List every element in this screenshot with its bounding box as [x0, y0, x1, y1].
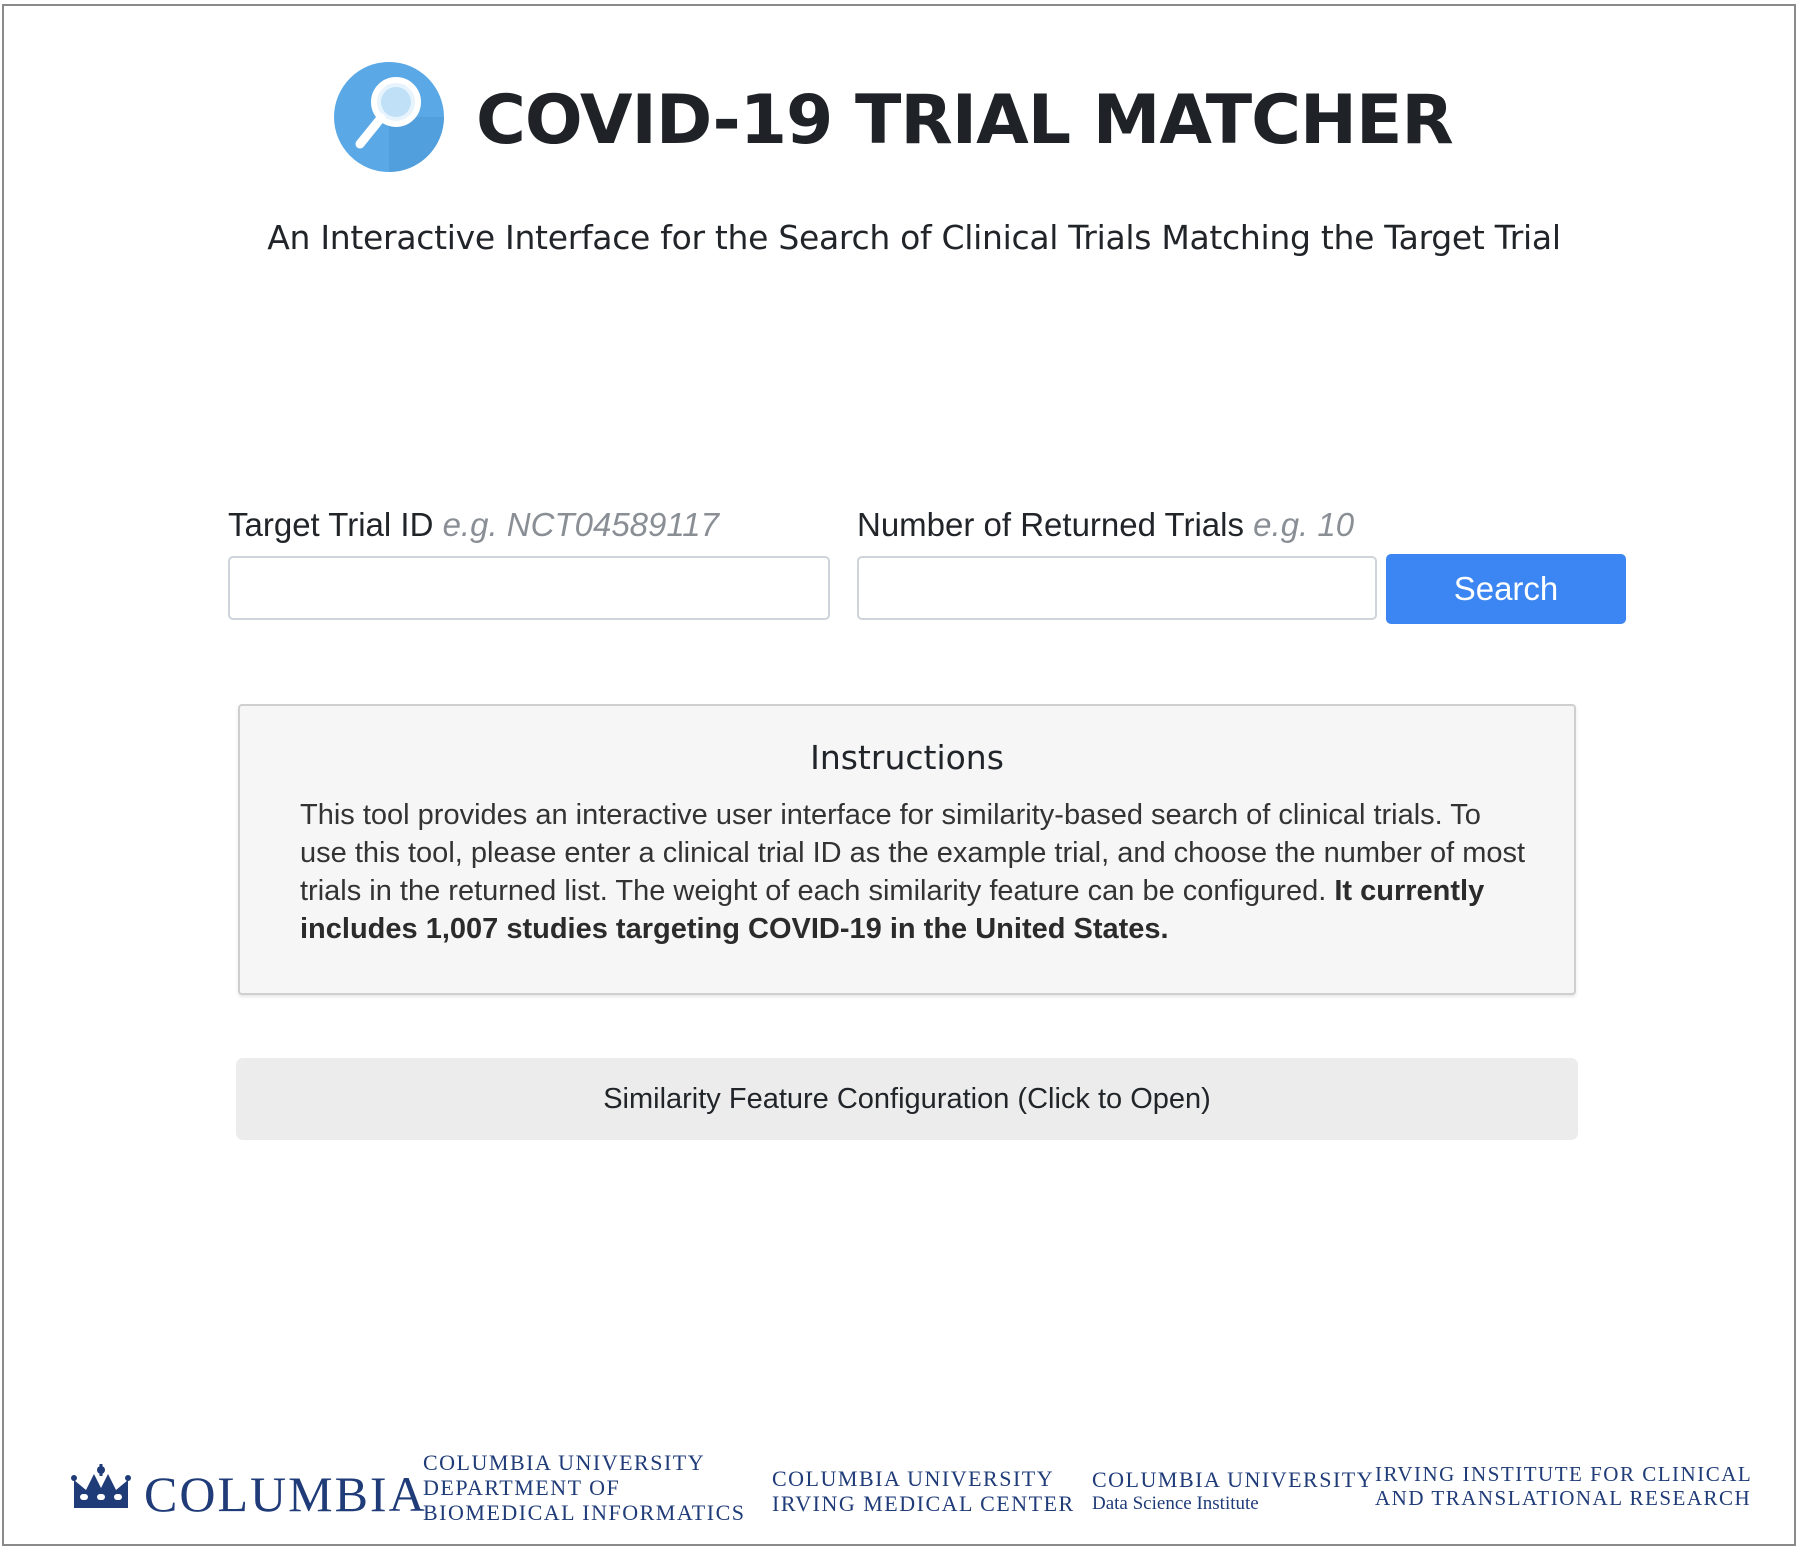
dbmi-line-1: Columbia University: [423, 1450, 706, 1475]
irving-institute-logo: Irving Institute for Clinical and Transl…: [1375, 1462, 1752, 1510]
similarity-config-label: Similarity Feature Configuration (Click …: [603, 1082, 1211, 1115]
irving-institute-line-1: Irving Institute for Clinical: [1375, 1462, 1753, 1486]
dsi-line-1: Columbia University: [1092, 1467, 1375, 1492]
page-frame: COVID-19 TRIAL MATCHER An Interactive In…: [2, 4, 1796, 1546]
target-trial-label-text: Target Trial ID: [228, 506, 434, 543]
returned-trials-label: Number of Returned Trials e.g. 10: [857, 506, 1354, 544]
target-trial-label: Target Trial ID e.g. NCT04589117: [228, 506, 719, 544]
dbmi-logo: Columbia University Department of Biomed…: [423, 1450, 745, 1525]
search-button[interactable]: Search: [1386, 554, 1626, 624]
page-title: COVID-19 TRIAL MATCHER: [476, 81, 1454, 160]
instructions-title: Instructions: [810, 738, 1004, 777]
target-trial-hint: e.g. NCT04589117: [442, 506, 719, 543]
returned-trials-label-text: Number of Returned Trials: [857, 506, 1244, 543]
columbia-wordmark-text: Columbia: [144, 1466, 427, 1522]
cuimc-logo: Columbia University Irving Medical Cente…: [772, 1466, 1075, 1516]
similarity-config-toggle[interactable]: Similarity Feature Configuration (Click …: [236, 1058, 1578, 1140]
irving-institute-line-2: and Translational Research: [1375, 1486, 1752, 1510]
returned-trials-hint: e.g. 10: [1253, 506, 1355, 543]
columbia-wordmark: Columbia: [144, 1464, 427, 1524]
instructions-body: This tool provides an interactive user i…: [300, 796, 1530, 948]
page-subtitle: An Interactive Interface for the Search …: [267, 218, 1561, 257]
dbmi-line-3: Biomedical Informatics: [423, 1500, 746, 1525]
dbmi-line-2: Department of: [423, 1475, 621, 1500]
magnifier-icon: [334, 62, 444, 172]
dsi-logo: Columbia University Data Science Institu…: [1092, 1467, 1374, 1516]
cuimc-line-2: Irving Medical Center: [772, 1491, 1075, 1516]
returned-trials-input[interactable]: [857, 556, 1377, 620]
crown-icon: [71, 1464, 131, 1508]
instructions-panel: Instructions This tool provides an inter…: [238, 704, 1576, 995]
dsi-line-2: Data Science Institute: [1092, 1493, 1259, 1514]
cuimc-line-1: Columbia University: [772, 1466, 1055, 1491]
target-trial-input[interactable]: [228, 556, 830, 620]
